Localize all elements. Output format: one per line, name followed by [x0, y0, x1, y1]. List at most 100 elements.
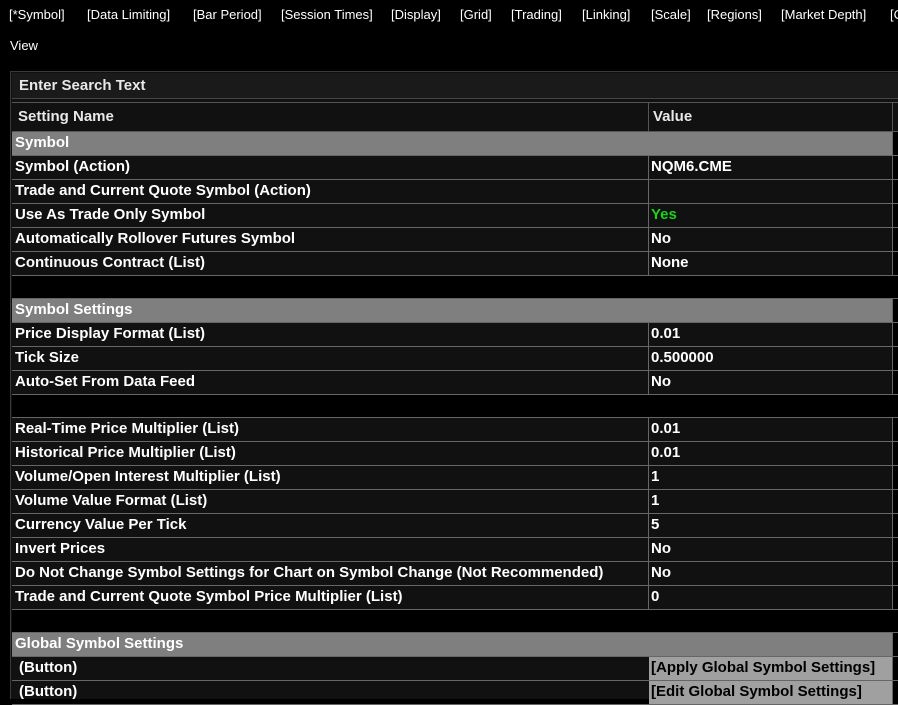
setting-value: 0.01 — [651, 444, 681, 461]
grid-header: Setting Name Value — [12, 102, 898, 132]
setting-name: Price Display Format (List) — [15, 325, 206, 342]
view-label: View — [10, 38, 38, 53]
setting-row[interactable]: Continuous Contract (List) None — [12, 252, 898, 276]
setting-value: 0.01 — [651, 325, 681, 342]
setting-row[interactable]: Use As Trade Only Symbol Yes — [12, 204, 898, 228]
value-cell[interactable] — [648, 180, 893, 203]
settings-grid: Setting Name Value Symbol Symbol (Action)… — [12, 102, 898, 705]
action-button-label: [Edit Global Symbol Settings] — [651, 683, 862, 700]
tab-8[interactable]: [Scale] — [651, 7, 691, 22]
setting-row[interactable]: Trade and Current Quote Symbol Price Mul… — [12, 586, 898, 610]
setting-name: Symbol (Action) — [15, 158, 130, 175]
group-header-row[interactable]: Symbol Settings — [12, 299, 898, 323]
row-right-edge — [892, 442, 898, 465]
setting-name: Do Not Change Symbol Settings for Chart … — [15, 564, 604, 581]
value-cell[interactable] — [648, 466, 893, 489]
search-input[interactable]: Enter Search Text — [12, 73, 898, 99]
action-button-label: [Apply Global Symbol Settings] — [651, 659, 876, 676]
setting-name: (Button) — [19, 683, 78, 700]
tab-1[interactable]: [Data Limiting] — [87, 7, 170, 22]
tab-3[interactable]: [Session Times] — [281, 7, 373, 22]
setting-value: 0.01 — [651, 420, 681, 437]
button-row[interactable]: (Button) [Apply Global Symbol Settings] — [12, 657, 898, 681]
setting-name: Continuous Contract (List) — [15, 254, 205, 271]
setting-row[interactable]: Symbol (Action) NQM6.CME — [12, 156, 898, 180]
spacer-row — [12, 395, 898, 418]
tab-9[interactable]: [Regions] — [707, 7, 762, 22]
row-right-edge — [892, 252, 898, 275]
row-right-edge — [892, 490, 898, 513]
spacer-row — [12, 610, 898, 633]
spacer-row — [12, 276, 898, 299]
setting-value: No — [651, 564, 671, 581]
row-right-edge — [892, 323, 898, 346]
setting-row[interactable]: Tick Size 0.500000 — [12, 347, 898, 371]
tab-10[interactable]: [Market Depth] — [781, 7, 866, 22]
setting-name: Tick Size — [15, 349, 79, 366]
value-cell[interactable] — [648, 371, 893, 394]
tab-0[interactable]: [*Symbol] — [9, 7, 65, 22]
setting-value: 5 — [651, 516, 660, 533]
row-right-edge — [892, 180, 898, 203]
setting-name: Auto-Set From Data Feed — [15, 373, 196, 390]
group-header-row[interactable]: Symbol — [12, 132, 898, 156]
setting-row[interactable]: Auto-Set From Data Feed No — [12, 371, 898, 395]
setting-value: No — [651, 230, 671, 247]
tab-4[interactable]: [Display] — [391, 7, 441, 22]
group-label: Global Symbol Settings — [15, 635, 184, 652]
value-cell[interactable] — [648, 538, 893, 561]
value-cell[interactable] — [648, 228, 893, 251]
setting-value: None — [651, 254, 689, 271]
setting-value: 0.500000 — [651, 349, 714, 366]
value-cell[interactable] — [648, 586, 893, 609]
setting-row[interactable]: Volume/Open Interest Multiplier (List) 1 — [12, 466, 898, 490]
setting-row[interactable]: Trade and Current Quote Symbol (Action) — [12, 180, 898, 204]
value-cell[interactable] — [648, 490, 893, 513]
tab-11[interactable]: [C — [890, 7, 898, 22]
tab-5[interactable]: [Grid] — [460, 7, 492, 22]
setting-value: NQM6.CME — [651, 158, 732, 175]
tab-7[interactable]: [Linking] — [582, 7, 630, 22]
row-right-edge — [892, 418, 898, 441]
setting-name: Use As Trade Only Symbol — [15, 206, 206, 223]
column-divider[interactable] — [648, 103, 649, 131]
tab-6[interactable]: [Trading] — [511, 7, 562, 22]
setting-row[interactable]: Automatically Rollover Futures Symbol No — [12, 228, 898, 252]
setting-name: Trade and Current Quote Symbol (Action) — [15, 182, 311, 199]
action-button[interactable]: [Apply Global Symbol Settings] — [649, 657, 892, 680]
setting-value: 1 — [651, 468, 660, 485]
setting-name: Invert Prices — [15, 540, 106, 557]
setting-value: 1 — [651, 492, 660, 509]
group-label: Symbol Settings — [15, 301, 133, 318]
value-cell[interactable] — [648, 204, 893, 227]
value-cell[interactable] — [648, 514, 893, 537]
setting-row[interactable]: Real-Time Price Multiplier (List) 0.01 — [12, 418, 898, 442]
setting-row[interactable]: Price Display Format (List) 0.01 — [12, 323, 898, 347]
setting-name: (Button) — [19, 659, 78, 676]
action-button[interactable]: [Edit Global Symbol Settings] — [649, 681, 892, 704]
setting-row[interactable]: Currency Value Per Tick 5 — [12, 514, 898, 538]
column-header-setting-name: Setting Name — [18, 108, 114, 125]
setting-row[interactable]: Invert Prices No — [12, 538, 898, 562]
setting-row[interactable]: Volume Value Format (List) 1 — [12, 490, 898, 514]
setting-row[interactable]: Historical Price Multiplier (List) 0.01 — [12, 442, 898, 466]
value-cell[interactable] — [648, 562, 893, 585]
setting-name: Currency Value Per Tick — [15, 516, 187, 533]
setting-row[interactable]: Do Not Change Symbol Settings for Chart … — [12, 562, 898, 586]
value-cell[interactable] — [648, 418, 893, 441]
tab-2[interactable]: [Bar Period] — [193, 7, 262, 22]
row-right-edge — [892, 681, 898, 704]
row-right-edge — [892, 299, 898, 322]
row-right-edge — [892, 657, 898, 680]
row-right-edge — [892, 586, 898, 609]
value-cell[interactable] — [648, 442, 893, 465]
group-header-row[interactable]: Global Symbol Settings — [12, 633, 898, 657]
row-right-edge — [892, 538, 898, 561]
button-row[interactable]: (Button) [Edit Global Symbol Settings] — [12, 681, 898, 705]
setting-name: Volume/Open Interest Multiplier (List) — [15, 468, 281, 485]
tab-bar: [*Symbol] [Data Limiting] [Bar Period] [Ses… — [0, 0, 898, 32]
setting-name: Automatically Rollover Futures Symbol — [15, 230, 296, 247]
row-right-edge — [892, 228, 898, 251]
grid-rows: Symbol Symbol (Action) NQM6.CME Trade and C… — [12, 132, 898, 705]
value-cell[interactable] — [648, 323, 893, 346]
